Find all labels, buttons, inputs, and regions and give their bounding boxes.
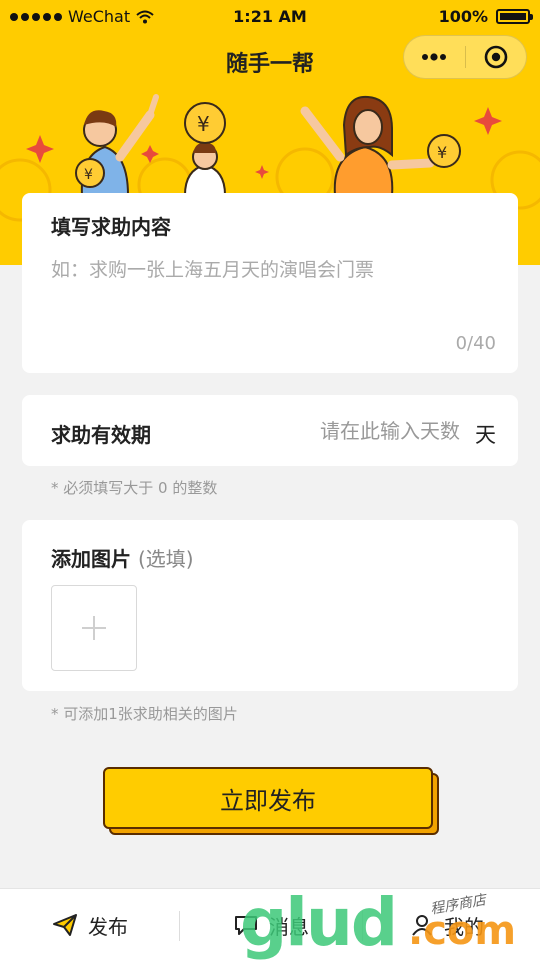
paper-plane-icon	[53, 914, 77, 936]
tab-message-label: 消息	[269, 914, 309, 939]
target-circle-icon	[484, 45, 508, 69]
tab-message[interactable]: 消息	[233, 889, 309, 960]
add-image-button[interactable]	[51, 585, 137, 671]
char-count: 0/40	[455, 333, 496, 354]
tab-mine-label: 我的	[444, 914, 484, 939]
tab-bar: 发布 消息 我的	[0, 888, 540, 960]
help-content-card: 填写求助内容 0/40	[22, 193, 518, 373]
tab-publish-label: 发布	[88, 914, 128, 939]
tab-divider-1	[179, 911, 180, 941]
mini-program-capsule	[403, 35, 527, 79]
validity-hint: * 必须填写大于 0 的整数	[51, 479, 218, 497]
close-button[interactable]	[465, 35, 526, 79]
add-image-title-text: 添加图片	[51, 547, 131, 571]
publish-button[interactable]: 立即发布	[103, 767, 433, 829]
person-icon	[412, 915, 432, 936]
chat-bubble-icon	[235, 916, 257, 935]
help-content-title: 填写求助内容	[51, 215, 171, 239]
help-content-textarea[interactable]	[51, 255, 491, 315]
validity-title: 求助有效期	[51, 423, 151, 447]
more-button[interactable]	[404, 35, 465, 79]
svg-text:¥: ¥	[197, 112, 210, 136]
status-bar: WeChat 1:21 AM 100%	[0, 0, 540, 34]
status-right: 100%	[438, 7, 533, 26]
optional-label: (选填)	[137, 547, 194, 571]
add-image-card: 添加图片 (选填)	[22, 520, 518, 691]
tab-divider-2	[362, 911, 363, 941]
validity-card: 求助有效期 天	[22, 395, 518, 466]
tab-publish[interactable]: 发布	[52, 889, 128, 960]
plus-icon	[82, 616, 106, 640]
days-input[interactable]	[280, 415, 460, 447]
battery-percent: 100%	[438, 7, 488, 26]
more-dots-icon	[422, 53, 447, 61]
add-image-title: 添加图片 (选填)	[51, 543, 194, 572]
svg-text:¥: ¥	[437, 143, 447, 162]
day-unit-label: 天	[475, 423, 496, 447]
tab-mine[interactable]: 我的	[410, 889, 484, 960]
battery-icon	[496, 9, 533, 24]
svg-text:¥: ¥	[84, 167, 93, 183]
image-hint: * 可添加1张求助相关的图片	[51, 705, 238, 723]
